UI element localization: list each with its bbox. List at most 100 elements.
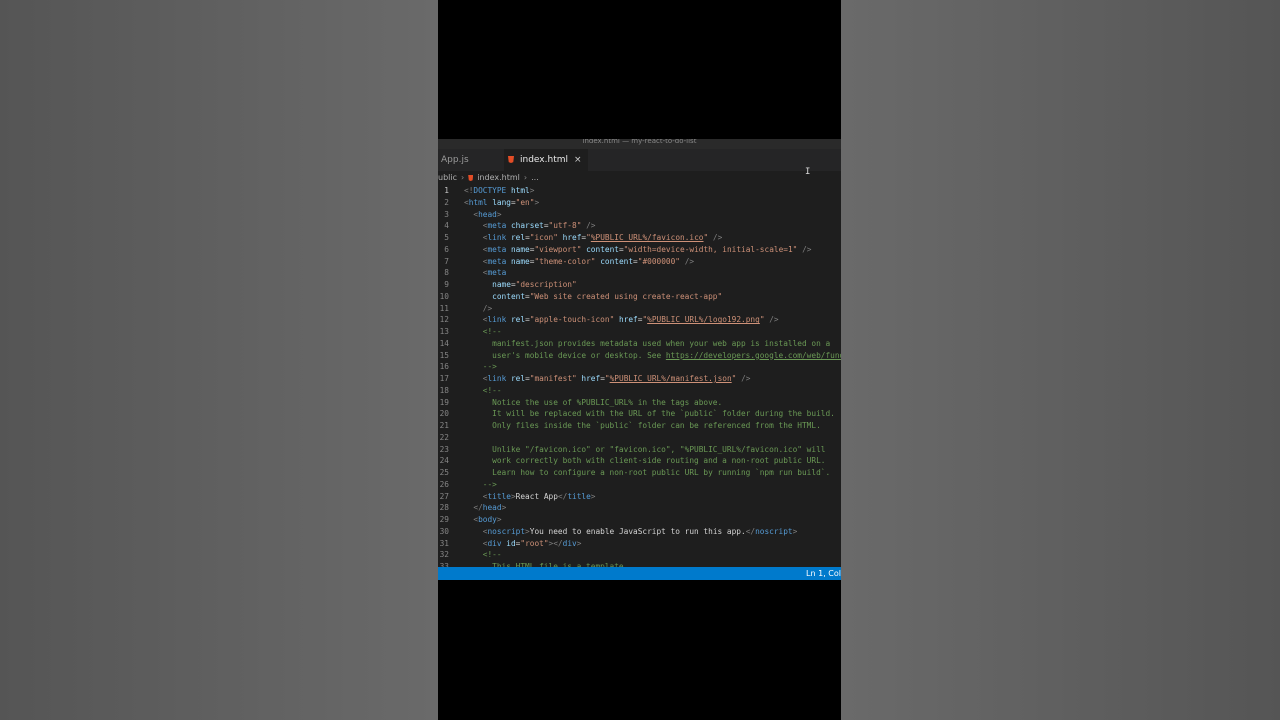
code-token: div	[487, 538, 502, 548]
code-line[interactable]: 15 user's mobile device or desktop. See …	[438, 350, 841, 362]
line-text: <div id="root"></div>	[464, 538, 582, 550]
line-text: <body>	[464, 514, 501, 526]
code-line[interactable]: 4 <meta charset="utf-8" />	[438, 220, 841, 232]
line-number: 19	[439, 397, 449, 407]
code-line[interactable]: 7 <meta name="theme-color" content="#000…	[438, 256, 841, 268]
code-line[interactable]: 12 <link rel="apple-touch-icon" href="%P…	[438, 314, 841, 326]
code-line[interactable]: 29 <body>	[438, 514, 841, 526]
code-token: <!--	[482, 385, 502, 395]
line-text: -->	[464, 361, 497, 373]
code-editor-window: index.html — my-react-to-do-list App.js …	[438, 139, 841, 580]
code-line[interactable]: 8 <meta	[438, 267, 841, 279]
line-number: 6	[444, 244, 449, 254]
line-number: 12	[439, 315, 449, 325]
code-line[interactable]: 17 <link rel="manifest" href="%PUBLIC_UR…	[438, 373, 841, 385]
code-line[interactable]: 23 Unlike "/favicon.ico" or "favicon.ico…	[438, 444, 841, 456]
code-line[interactable]: 2 <html lang="en">	[438, 197, 841, 209]
code-token: link	[487, 374, 507, 383]
line-number: 16	[439, 362, 449, 372]
line-text: <noscript>You need to enable JavaScript …	[464, 526, 798, 538]
code-line[interactable]: 11 />	[438, 303, 841, 315]
code-line[interactable]: 24 work correctly both with client-side …	[438, 455, 841, 467]
line-text: <!--	[464, 385, 502, 397]
cursor-position[interactable]: Ln 1, Col	[806, 567, 841, 580]
line-number: 22	[439, 432, 449, 442]
code-token: <!--	[482, 327, 502, 336]
line-number: 1	[444, 186, 449, 195]
code-token: "description"	[515, 280, 577, 289]
tab-label: index.html	[520, 155, 568, 165]
breadcrumb-file[interactable]: index.html	[477, 173, 520, 182]
code-token: "icon"	[529, 233, 558, 242]
code-token: <!--	[482, 550, 502, 560]
code-line[interactable]: 28 </head>	[438, 502, 841, 514]
line-text: <link rel="icon" href="%PUBLIC_URL%/favi…	[464, 232, 723, 244]
code-token: %PUBLIC_URL%/manifest.json	[609, 374, 732, 383]
code-token: meta	[487, 256, 507, 266]
code-token: head	[478, 209, 497, 219]
code-line[interactable]: 1 <!DOCTYPE html>	[438, 185, 841, 197]
code-token: "viewport"	[534, 244, 582, 254]
code-token: head	[482, 503, 502, 513]
code-token: link	[487, 233, 507, 242]
line-number: 30	[439, 526, 449, 536]
tab-label: App.js	[441, 155, 469, 165]
code-line[interactable]: 14 manifest.json provides metadata used …	[438, 338, 841, 350]
code-line[interactable]: 32 <!--	[438, 549, 841, 561]
line-number: 18	[439, 385, 449, 395]
code-line[interactable]: 22	[438, 432, 841, 444]
line-text: content="Web site created using create-r…	[464, 291, 722, 303]
close-icon[interactable]: ×	[574, 155, 582, 165]
code-line[interactable]: 16 -->	[438, 361, 841, 373]
code-line[interactable]: 27 <title>React App</title>	[438, 491, 841, 503]
right-blurred-background	[841, 0, 1280, 720]
code-token: noscript	[487, 526, 526, 536]
code-token: name	[492, 280, 511, 289]
code-line[interactable]: 9 name="description"	[438, 279, 841, 291]
line-number: 8	[444, 268, 449, 278]
code-line[interactable]: 31 <div id="root"></div>	[438, 538, 841, 550]
code-line[interactable]: 10 content="Web site created using creat…	[438, 291, 841, 303]
code-link[interactable]: https://developers.google.com/web/fundam…	[666, 351, 841, 360]
line-number: 21	[439, 421, 449, 430]
tab-app-js[interactable]: App.js	[441, 149, 469, 171]
code-token: />	[769, 315, 779, 325]
code-token: manifest.json provides metadata used whe…	[492, 338, 831, 348]
code-token: title	[487, 491, 511, 501]
code-token: href	[581, 374, 601, 383]
code-token: <!	[464, 186, 474, 195]
code-line[interactable]: 13 <!--	[438, 326, 841, 338]
line-text: Notice the use of %PUBLIC_URL% in the ta…	[464, 397, 722, 409]
code-token: name	[510, 256, 530, 266]
code-line[interactable]: 25 Learn how to configure a non-root pub…	[438, 467, 841, 479]
code-line[interactable]: 3 <head>	[438, 209, 841, 221]
line-number: 20	[439, 409, 449, 419]
code-line[interactable]: 21 Only files inside the `public` folder…	[438, 420, 841, 432]
code-token: React App	[515, 491, 558, 501]
tab-index-html[interactable]: index.html ×	[504, 149, 588, 171]
code-token: </	[745, 526, 756, 536]
code-line[interactable]: 5 <link rel="icon" href="%PUBLIC_URL%/fa…	[438, 232, 841, 244]
code-token: >	[534, 197, 540, 207]
line-number: 14	[439, 338, 449, 348]
code-line[interactable]: 6 <meta name="viewport" content="width=d…	[438, 244, 841, 256]
code-line[interactable]: 18 <!--	[438, 385, 841, 397]
code-line[interactable]: 26 -->	[438, 479, 841, 491]
line-text: It will be replaced with the URL of the …	[464, 408, 835, 420]
code-token: "Web site created using create-react-app…	[529, 291, 723, 301]
code-line[interactable]: 30 <noscript>You need to enable JavaScri…	[438, 526, 841, 538]
code-line[interactable]: 19 Notice the use of %PUBLIC_URL% in the…	[438, 397, 841, 409]
breadcrumb-folder[interactable]: ublic	[438, 173, 457, 182]
line-text: Learn how to configure a non-root public…	[464, 467, 830, 479]
breadcrumb-more[interactable]: ...	[531, 173, 539, 182]
code-line[interactable]: 20 It will be replaced with the URL of t…	[438, 408, 841, 420]
